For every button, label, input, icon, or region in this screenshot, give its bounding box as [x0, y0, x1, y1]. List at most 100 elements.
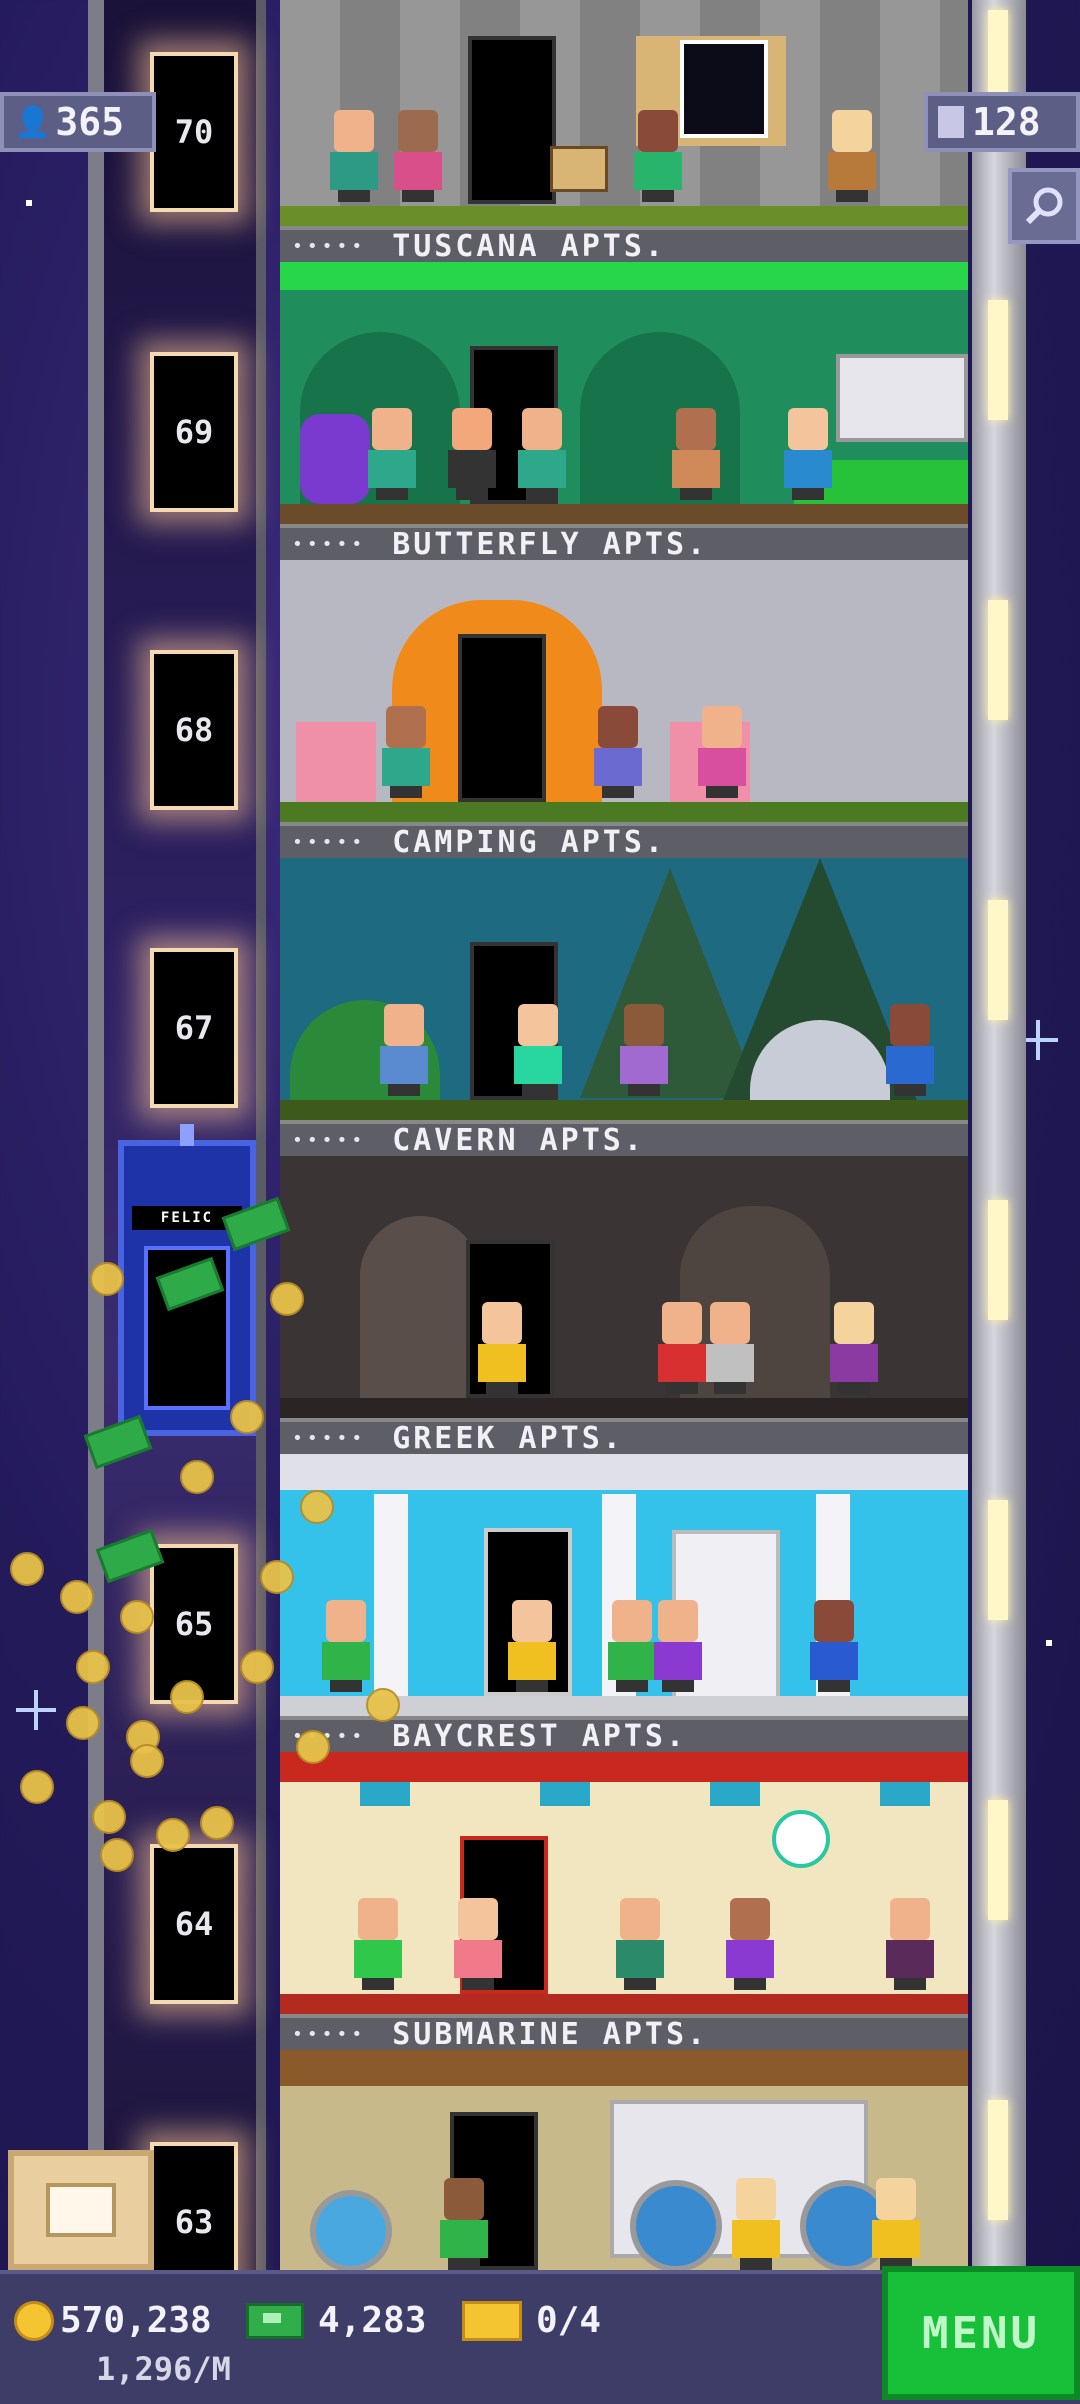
- tickets-display[interactable]: 0/4: [462, 2300, 601, 2341]
- floor-68[interactable]: [280, 560, 968, 822]
- rail-light: [988, 1200, 1008, 1320]
- tenant[interactable]: [380, 706, 432, 798]
- purple-blob: [300, 414, 370, 504]
- greek-cornice: [280, 1454, 968, 1490]
- tenant[interactable]: [614, 1898, 666, 1990]
- floor-label-greek[interactable]: ••••• GREEK APTS.: [280, 1418, 968, 1456]
- flying-coin: [92, 1800, 126, 1834]
- floor-name: GREEK APTS.: [392, 1420, 624, 1456]
- tenant[interactable]: [670, 408, 722, 500]
- floor-name: CAMPING APTS.: [392, 824, 666, 860]
- tenant[interactable]: [652, 1600, 704, 1692]
- tenant[interactable]: [378, 1004, 430, 1096]
- tenant[interactable]: [352, 1898, 404, 1990]
- floor-number-69: 69: [150, 352, 238, 512]
- tenant[interactable]: [730, 2178, 782, 2270]
- tenant[interactable]: [870, 2178, 922, 2270]
- tenant[interactable]: [516, 408, 568, 500]
- floor-64[interactable]: [280, 1752, 968, 2014]
- flying-coin: [156, 1818, 190, 1852]
- tenant[interactable]: [320, 1600, 372, 1692]
- floor-label-butterfly[interactable]: ••••• BUTTERFLY APTS.: [280, 524, 968, 562]
- tickets-value: 0/4: [536, 2300, 602, 2341]
- tenant[interactable]: [392, 110, 444, 202]
- tenant[interactable]: [724, 1898, 776, 1990]
- tenant[interactable]: [606, 1600, 658, 1692]
- floor-number-70: 70: [150, 52, 238, 212]
- cave-floor: [280, 1398, 968, 1418]
- floor-63[interactable]: [280, 2050, 968, 2270]
- floor-label-submarine[interactable]: ••••• SUBMARINE APTS.: [280, 2014, 968, 2052]
- star: [1046, 1640, 1052, 1646]
- coins-rate: 1,296/M: [96, 2350, 231, 2388]
- tenant[interactable]: [632, 110, 684, 202]
- elevator-lamp: [180, 1124, 194, 1146]
- floor-label-cavern[interactable]: ••••• CAVERN APTS.: [280, 1120, 968, 1158]
- search-icon: [1025, 187, 1063, 225]
- floor-69[interactable]: [280, 262, 968, 524]
- tenant[interactable]: [828, 1302, 880, 1394]
- ceiling-lamp: [540, 1782, 590, 1806]
- tenant[interactable]: [452, 1898, 504, 1990]
- bux-display[interactable]: 4,283: [246, 2300, 426, 2341]
- tenant[interactable]: [884, 1004, 936, 1096]
- population-counter[interactable]: 👤 365: [0, 92, 156, 152]
- rail-light: [988, 600, 1008, 720]
- column: [374, 1494, 408, 1704]
- tenant[interactable]: [826, 110, 878, 202]
- coins-rate-value: 1,296/M: [96, 2350, 231, 2388]
- rail-light: [988, 1500, 1008, 1620]
- tenant[interactable]: [366, 408, 418, 500]
- floor-name: TUSCANA APTS.: [392, 228, 666, 264]
- porthole: [310, 2190, 392, 2270]
- flying-coin: [120, 1600, 154, 1634]
- green-trim: [280, 262, 968, 290]
- tenant[interactable]: [808, 1600, 860, 1692]
- coins-display[interactable]: 570,238: [14, 2300, 212, 2341]
- ceiling-lamp: [360, 1782, 410, 1806]
- floor-label-camping[interactable]: ••••• CAMPING APTS.: [280, 822, 968, 860]
- room-door: [458, 634, 546, 802]
- floor-number-68: 68: [150, 650, 238, 810]
- flying-coin: [366, 1688, 400, 1722]
- tenant[interactable]: [512, 1004, 564, 1096]
- search-button[interactable]: [1008, 168, 1080, 244]
- rail-light: [988, 2100, 1008, 2220]
- floor-70[interactable]: [280, 0, 968, 226]
- floor-67[interactable]: [280, 858, 968, 1120]
- tenant[interactable]: [446, 408, 498, 500]
- grass-floor: [280, 802, 968, 822]
- tenant[interactable]: [704, 1302, 756, 1394]
- tenant[interactable]: [656, 1302, 708, 1394]
- menu-button[interactable]: MENU: [882, 2266, 1080, 2400]
- star: [26, 200, 32, 206]
- floor-66[interactable]: [280, 1156, 968, 1418]
- tenant[interactable]: [592, 706, 644, 798]
- window: [680, 40, 768, 138]
- grass-floor: [280, 1100, 968, 1120]
- floor-65[interactable]: [280, 1454, 968, 1716]
- sparkle: [16, 1690, 56, 1730]
- flying-coin: [10, 1552, 44, 1586]
- red-awning: [280, 1752, 968, 1782]
- tenant[interactable]: [618, 1004, 670, 1096]
- tenant[interactable]: [696, 706, 748, 798]
- coin-icon: [14, 2300, 54, 2341]
- tenant[interactable]: [506, 1600, 558, 1692]
- tenant[interactable]: [476, 1302, 528, 1394]
- flying-coin: [90, 1262, 124, 1296]
- flying-coin: [230, 1400, 264, 1434]
- tenant[interactable]: [328, 110, 380, 202]
- floor-counter[interactable]: 128: [924, 92, 1080, 152]
- ceiling-lamp: [880, 1782, 930, 1806]
- floor-label-tuscana[interactable]: ••••• TUSCANA APTS.: [280, 226, 968, 264]
- storage-box-button[interactable]: [8, 2150, 154, 2270]
- tenant[interactable]: [884, 1898, 936, 1990]
- occupancy-dots: •••••: [292, 235, 367, 257]
- flying-coin: [76, 1650, 110, 1684]
- flying-coin: [100, 1838, 134, 1872]
- sign-board: [550, 146, 608, 192]
- flying-coin: [300, 1490, 334, 1524]
- tenant[interactable]: [782, 408, 834, 500]
- tenant[interactable]: [438, 2178, 490, 2270]
